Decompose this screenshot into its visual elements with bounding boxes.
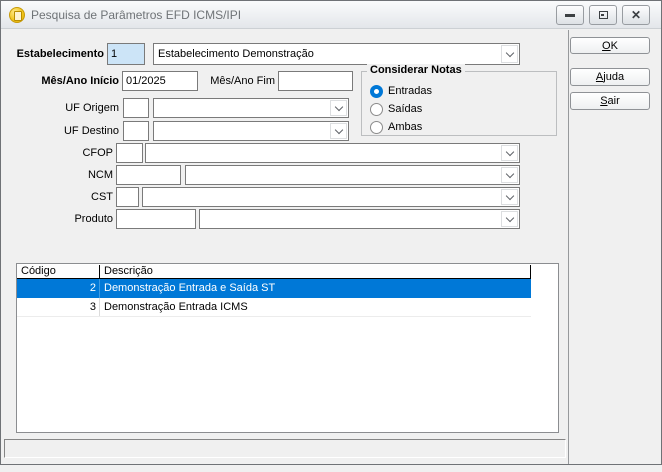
mes-ano-fim-input[interactable] xyxy=(278,71,353,91)
chevron-down-icon xyxy=(505,147,513,155)
sair-button-label: Sair xyxy=(600,94,620,108)
uf-origem-combobox[interactable] xyxy=(153,98,349,118)
produto-combobox-value xyxy=(204,210,499,228)
chevron-down-icon xyxy=(505,48,513,56)
window-controls: ✕ xyxy=(556,5,650,25)
cfop-combobox[interactable] xyxy=(145,143,520,163)
uf-origem-code-input[interactable] xyxy=(123,98,149,118)
cfop-combobox-arrow[interactable] xyxy=(501,145,518,161)
column-header-codigo: Código xyxy=(17,265,100,278)
results-listbox: Código Descrição 2 Demonstração Entrada … xyxy=(16,263,559,433)
produto-combobox-arrow[interactable] xyxy=(501,211,518,227)
column-header-descricao: Descrição xyxy=(100,265,530,278)
status-bar xyxy=(4,439,566,458)
mes-ano-fim-label: Mês/Ano Fim xyxy=(201,71,275,91)
cfop-code-input[interactable] xyxy=(116,143,143,163)
estabelecimento-code-input[interactable] xyxy=(107,43,145,65)
produto-code-input[interactable] xyxy=(116,209,196,229)
uf-origem-combobox-value xyxy=(158,99,328,117)
cell-descricao: Demonstração Entrada ICMS xyxy=(100,298,531,316)
produto-label: Produto xyxy=(1,209,113,229)
ncm-code-input[interactable] xyxy=(116,165,181,185)
cell-codigo: 3 xyxy=(17,298,100,316)
estabelecimento-combobox-arrow[interactable] xyxy=(501,45,518,63)
restore-icon xyxy=(599,11,608,19)
radio-ambas[interactable]: Ambas xyxy=(370,120,422,134)
window-title: Pesquisa de Parâmetros EFD ICMS/IPI xyxy=(31,8,241,22)
minimize-icon xyxy=(565,14,575,17)
close-icon: ✕ xyxy=(631,9,641,21)
ok-button-label: OK xyxy=(602,39,618,53)
radio-button-icon xyxy=(370,103,383,116)
chevron-down-icon xyxy=(334,102,342,110)
considerar-notas-groupbox: Considerar Notas Entradas Saídas Ambas xyxy=(361,71,557,136)
chevron-down-icon xyxy=(505,169,513,177)
titlebar: Pesquisa de Parâmetros EFD ICMS/IPI ✕ xyxy=(1,1,661,29)
close-button[interactable]: ✕ xyxy=(622,5,650,25)
table-row[interactable]: 2 Demonstração Entrada e Saída ST xyxy=(17,279,531,298)
estabelecimento-combobox[interactable]: Estabelecimento Demonstração xyxy=(153,43,520,65)
estabelecimento-label: Estabelecimento xyxy=(1,43,104,65)
chevron-down-icon xyxy=(334,125,342,133)
ajuda-button[interactable]: Ajuda xyxy=(570,68,650,86)
radio-saidas-label: Saídas xyxy=(388,103,422,115)
cst-combobox-arrow[interactable] xyxy=(501,189,518,205)
estabelecimento-combobox-value: Estabelecimento Demonstração xyxy=(158,44,499,64)
radio-entradas-label: Entradas xyxy=(388,85,432,97)
uf-destino-label: UF Destino xyxy=(1,121,119,141)
radio-saidas[interactable]: Saídas xyxy=(370,102,422,116)
cst-combobox[interactable] xyxy=(142,187,520,207)
sair-button[interactable]: Sair xyxy=(570,92,650,110)
cell-codigo: 2 xyxy=(17,279,100,298)
cfop-label: CFOP xyxy=(1,143,113,163)
chevron-down-icon xyxy=(505,213,513,221)
chevron-down-icon xyxy=(505,191,513,199)
radio-entradas[interactable]: Entradas xyxy=(370,84,432,98)
uf-origem-label: UF Origem xyxy=(1,98,119,118)
uf-destino-combobox-value xyxy=(158,122,328,140)
dialog-window: Pesquisa de Parâmetros EFD ICMS/IPI ✕ Es… xyxy=(0,0,662,465)
cfop-combobox-value xyxy=(150,144,499,162)
uf-destino-combobox[interactable] xyxy=(153,121,349,141)
uf-origem-combobox-arrow[interactable] xyxy=(330,100,347,116)
ncm-label: NCM xyxy=(1,165,113,185)
cst-code-input[interactable] xyxy=(116,187,139,207)
restore-button[interactable] xyxy=(589,5,617,25)
cell-descricao: Demonstração Entrada e Saída ST xyxy=(100,279,531,298)
radio-ambas-label: Ambas xyxy=(388,121,422,133)
panel-divider xyxy=(568,30,569,464)
produto-combobox[interactable] xyxy=(199,209,520,229)
uf-destino-code-input[interactable] xyxy=(123,121,149,141)
ncm-combobox-value xyxy=(190,166,499,184)
cst-combobox-value xyxy=(147,188,499,206)
ok-button[interactable]: OK xyxy=(570,37,650,54)
considerar-notas-title: Considerar Notas xyxy=(367,64,465,76)
uf-destino-combobox-arrow[interactable] xyxy=(330,123,347,139)
mes-ano-inicio-input[interactable] xyxy=(122,71,198,91)
ncm-combobox-arrow[interactable] xyxy=(501,167,518,183)
cst-label: CST xyxy=(1,187,113,207)
app-icon xyxy=(9,7,25,23)
minimize-button[interactable] xyxy=(556,5,584,25)
table-row[interactable]: 3 Demonstração Entrada ICMS xyxy=(17,298,531,317)
radio-button-icon xyxy=(370,121,383,134)
ajuda-button-label: Ajuda xyxy=(596,70,624,84)
mes-ano-inicio-label: Mês/Ano Início xyxy=(1,71,119,91)
radio-button-icon xyxy=(370,85,383,98)
ncm-combobox[interactable] xyxy=(185,165,520,185)
table-header: Código Descrição xyxy=(17,265,531,279)
